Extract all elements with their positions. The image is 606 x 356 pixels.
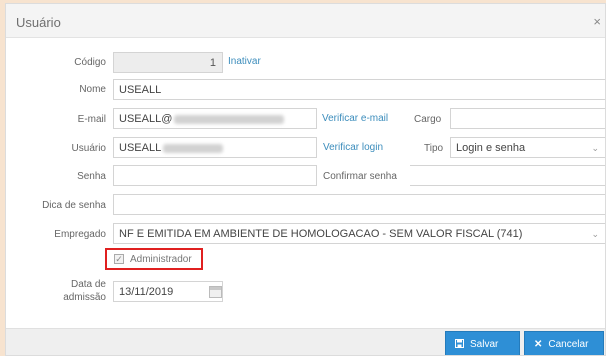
data-admissao-label-line1: Data de [70,279,106,290]
usuario-redacted [163,143,224,153]
cargo-label: Cargo [414,114,442,125]
cancel-button[interactable]: ✕ Cancelar [524,331,604,355]
nome-label: Nome [79,84,106,95]
save-label: Salvar [470,339,499,350]
empregado-label: Empregado [54,229,106,240]
codigo-label: Código [74,57,106,68]
email-value: USEALL@ [119,113,173,125]
user-dialog: Usuário × Código 1 Inativar Nome USEALL … [5,3,606,356]
inativar-link[interactable]: Inativar [228,56,261,67]
dialog-title: Usuário [16,15,61,30]
nome-field[interactable]: USEALL [113,79,605,100]
codigo-field: 1 [113,52,223,73]
cancel-label: Cancelar [548,339,589,350]
dialog-titlebar: Usuário × [6,4,605,38]
dialog-footer: Salvar ✕ Cancelar [6,328,605,355]
email-label: E-mail [77,114,106,125]
data-admissao-value: 13/11/2019 [119,286,174,298]
dica-senha-field[interactable] [113,194,605,215]
close-icon[interactable]: × [593,14,601,29]
chevron-down-icon: ⌄ [591,229,599,239]
nome-value: USEALL [119,84,162,96]
administrador-checkbox-group[interactable]: ✓ Administrador [105,248,203,270]
senha-label: Senha [77,171,106,182]
tipo-label: Tipo [424,143,444,154]
verificar-email-link[interactable]: Verificar e-mail [322,113,388,124]
email-redacted [174,114,285,124]
tipo-value: Login e senha [456,142,526,154]
close-icon: ✕ [534,339,543,350]
calendar-icon[interactable] [209,286,222,298]
usuario-label: Usuário [71,143,106,154]
dica-senha-label: Dica de senha [42,200,106,211]
administrador-checkbox[interactable]: ✓ [114,254,124,264]
save-icon [455,332,464,355]
usuario-value: USEALL [119,142,162,154]
senha-field[interactable] [113,165,317,186]
email-field[interactable]: USEALL@ [113,108,317,129]
chevron-down-icon: ⌄ [591,143,599,153]
tipo-select[interactable]: Login e senha ⌄ [450,137,605,158]
codigo-value: 1 [209,57,216,69]
empregado-value: NF E EMITIDA EM AMBIENTE DE HOMOLOGACAO … [119,228,523,240]
usuario-field[interactable]: USEALL [113,137,317,158]
confirmar-senha-field[interactable] [410,165,605,186]
administrador-label: Administrador [130,254,192,265]
save-button[interactable]: Salvar [445,331,520,355]
verificar-login-link[interactable]: Verificar login [323,142,383,153]
empregado-select[interactable]: NF E EMITIDA EM AMBIENTE DE HOMOLOGACAO … [113,223,605,244]
confirmar-senha-label: Confirmar senha [323,171,397,182]
data-admissao-field[interactable]: 13/11/2019 [113,281,223,302]
data-admissao-label-line2: admissão [63,292,106,303]
cargo-field[interactable] [450,108,605,129]
